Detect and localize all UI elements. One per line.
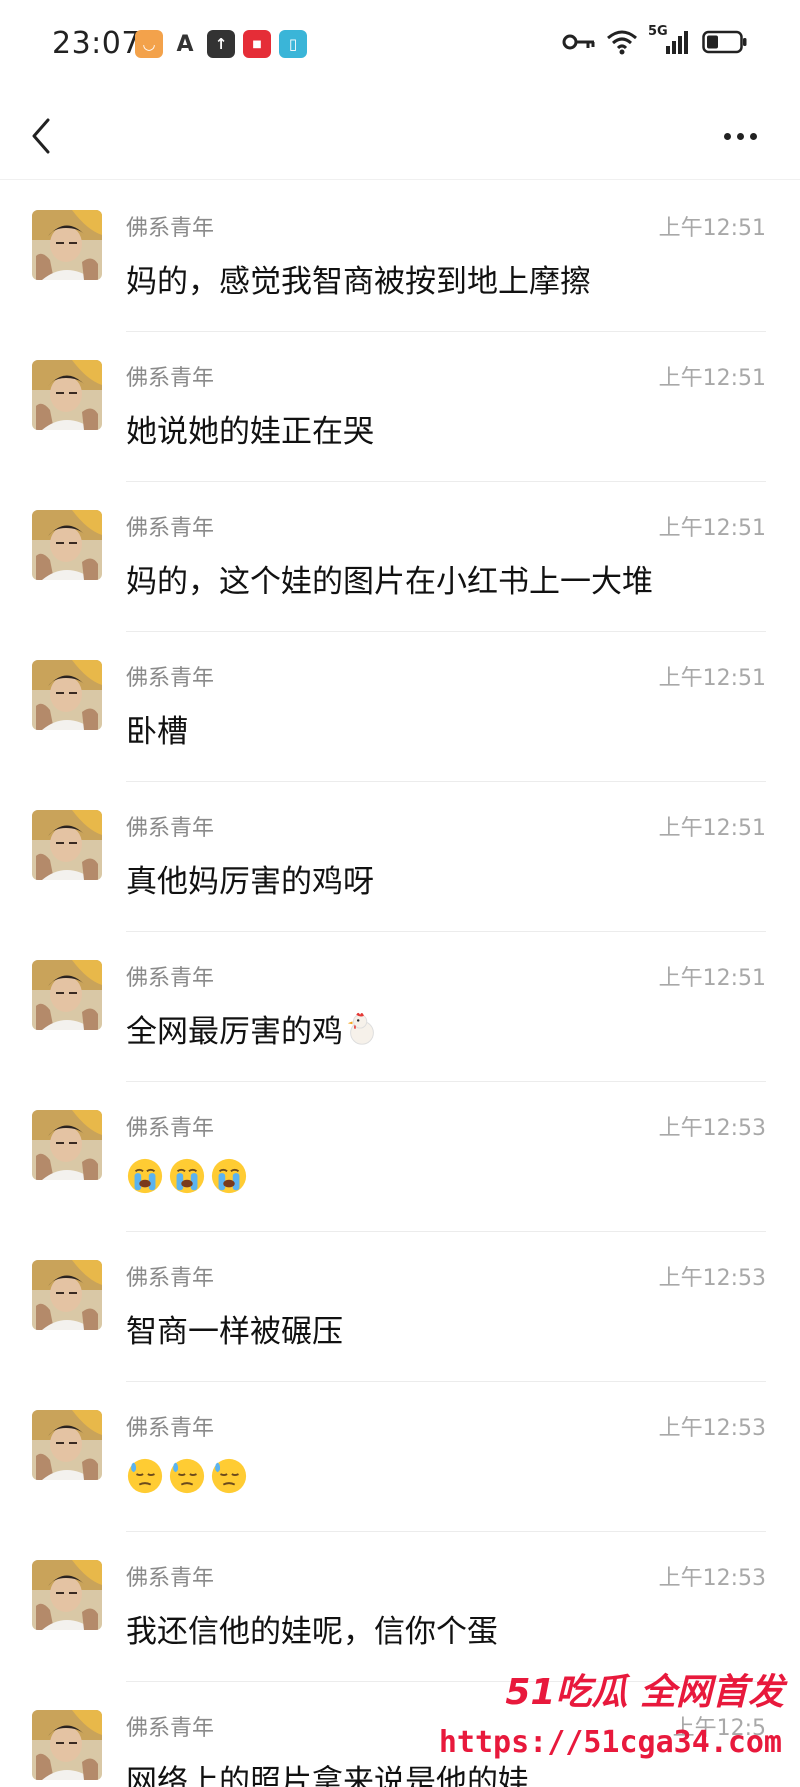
message-content: 她说她的娃正在哭 <box>126 406 374 451</box>
message-text: 妈的，这个娃的图片在小红书上一大堆 <box>126 564 653 600</box>
message-item[interactable]: 佛系青年 上午12:51 她说她的娃正在哭 <box>0 332 800 482</box>
book-icon: ▯ <box>279 30 307 58</box>
news-icon: ■ <box>243 30 271 58</box>
message-text: 真他妈厉害的鸡呀 <box>126 864 374 900</box>
message-item[interactable]: 佛系青年 上午12:53 <box>0 1082 800 1232</box>
message-item[interactable]: 佛系青年 上午12:51 全网最厉害的鸡 <box>0 932 800 1082</box>
sweat-face-icon <box>169 1458 205 1493</box>
message-content <box>126 1156 248 1195</box>
sender-name: 佛系青年 <box>126 1566 215 1591</box>
bilibili-icon: ◡ <box>135 30 163 58</box>
message-text: 我还信他的娃呢，信你个蛋 <box>126 1614 498 1650</box>
message-content: 卧槽 <box>126 706 188 751</box>
sender-name: 佛系青年 <box>126 1416 215 1441</box>
back-arrow-icon <box>32 118 50 154</box>
message-time: 上午12:53 <box>658 1416 766 1441</box>
message-content: 智商一样被碾压 <box>126 1306 343 1351</box>
chicken-icon <box>347 1012 374 1045</box>
emoji-row <box>126 1457 248 1495</box>
message-content: 全网最厉害的鸡 <box>126 1006 381 1051</box>
sender-name: 佛系青年 <box>126 1716 215 1741</box>
sender-name: 佛系青年 <box>126 816 215 841</box>
watermark-title: 51吃瓜 全网首发 <box>505 1672 784 1713</box>
message-text: 妈的，感觉我智商被按到地上摩擦 <box>126 264 591 300</box>
message-time: 上午12:51 <box>658 966 766 991</box>
status-time: 23:07 <box>52 26 141 61</box>
message-time: 上午12:51 <box>658 366 766 391</box>
avatar[interactable] <box>32 660 102 730</box>
message-text: 卧槽 <box>126 714 188 750</box>
message-content <box>126 1456 248 1495</box>
message-item[interactable]: 佛系青年 上午12:53 我还信他的娃呢，信你个蛋 <box>0 1532 800 1682</box>
status-app-icons: ◡ A ↑ ■ ▯ <box>135 30 307 58</box>
message-item[interactable]: 佛系青年 上午12:51 卧槽 <box>0 632 800 782</box>
status-bar: 23:07 ◡ A ↑ ■ ▯ 5G <box>0 0 800 92</box>
message-content: 真他妈厉害的鸡呀 <box>126 856 374 901</box>
more-dot-icon <box>723 132 731 140</box>
sweat-face-icon <box>127 1458 163 1493</box>
avatar[interactable] <box>32 960 102 1030</box>
message-item[interactable]: 佛系青年 上午12:53 智商一样被碾压 <box>0 1232 800 1382</box>
message-item[interactable]: 佛系青年 上午12:53 <box>0 1382 800 1532</box>
signal-icon: 5G <box>648 24 692 56</box>
a-icon: A <box>176 31 194 57</box>
avatar[interactable] <box>32 1260 102 1330</box>
sweat-face-icon <box>211 1458 247 1493</box>
crying-face-icon <box>211 1158 247 1193</box>
sender-name: 佛系青年 <box>126 1116 215 1141</box>
sender-name: 佛系青年 <box>126 1266 215 1291</box>
message-time: 上午12:53 <box>658 1266 766 1291</box>
avatar[interactable] <box>32 510 102 580</box>
message-item[interactable]: 佛系青年 上午12:51 真他妈厉害的鸡呀 <box>0 782 800 932</box>
watermark: 51吃瓜 全网首发 https://51cga34.com <box>439 1663 788 1781</box>
message-time: 上午12:53 <box>658 1566 766 1591</box>
message-item[interactable]: 佛系青年 上午12:51 妈的，感觉我智商被按到地上摩擦 <box>0 182 800 332</box>
message-content: 我还信他的娃呢，信你个蛋 <box>126 1606 498 1651</box>
avatar[interactable] <box>32 1560 102 1630</box>
more-dot-icon <box>749 132 757 140</box>
message-item[interactable]: 佛系青年 上午12:51 妈的，这个娃的图片在小红书上一大堆 <box>0 482 800 632</box>
emoji-row <box>126 1157 248 1195</box>
sender-name: 佛系青年 <box>126 666 215 691</box>
message-time: 上午12:51 <box>658 816 766 841</box>
sender-name: 佛系青年 <box>126 216 215 241</box>
message-time: 上午12:51 <box>658 666 766 691</box>
message-time: 上午12:53 <box>658 1116 766 1141</box>
wifi-icon <box>607 30 637 55</box>
more-dot-icon <box>736 132 744 140</box>
sender-name: 佛系青年 <box>126 366 215 391</box>
watermark-url: https://51cga34.com <box>438 1725 782 1760</box>
message-content: 妈的，感觉我智商被按到地上摩擦 <box>126 256 591 301</box>
crying-face-icon <box>169 1158 205 1193</box>
avatar[interactable] <box>32 210 102 280</box>
avatar[interactable] <box>32 360 102 430</box>
avatar[interactable] <box>32 1110 102 1180</box>
message-time: 上午12:51 <box>658 216 766 241</box>
back-button[interactable] <box>22 110 66 162</box>
sender-name: 佛系青年 <box>126 966 215 991</box>
battery-icon <box>702 30 747 54</box>
avatar[interactable] <box>32 810 102 880</box>
avatar[interactable] <box>32 1410 102 1480</box>
message-text: 她说她的娃正在哭 <box>126 414 374 450</box>
sender-name: 佛系青年 <box>126 516 215 541</box>
message-content: 妈的，这个娃的图片在小红书上一大堆 <box>126 556 653 601</box>
message-list: 佛系青年 上午12:51 妈的，感觉我智商被按到地上摩擦 佛系青年 上午12:51 她说… <box>0 182 800 1787</box>
status-indicators: 5G <box>562 24 748 56</box>
nav-bar <box>0 92 800 180</box>
key-icon <box>562 34 595 50</box>
more-options-button[interactable] <box>710 112 770 160</box>
upload-icon: ↑ <box>207 30 235 58</box>
message-text: 全网最厉害的鸡 <box>126 1014 343 1050</box>
message-time: 上午12:51 <box>658 516 766 541</box>
avatar[interactable] <box>32 1710 102 1780</box>
message-text: 智商一样被碾压 <box>126 1314 343 1350</box>
crying-face-icon <box>127 1158 163 1193</box>
